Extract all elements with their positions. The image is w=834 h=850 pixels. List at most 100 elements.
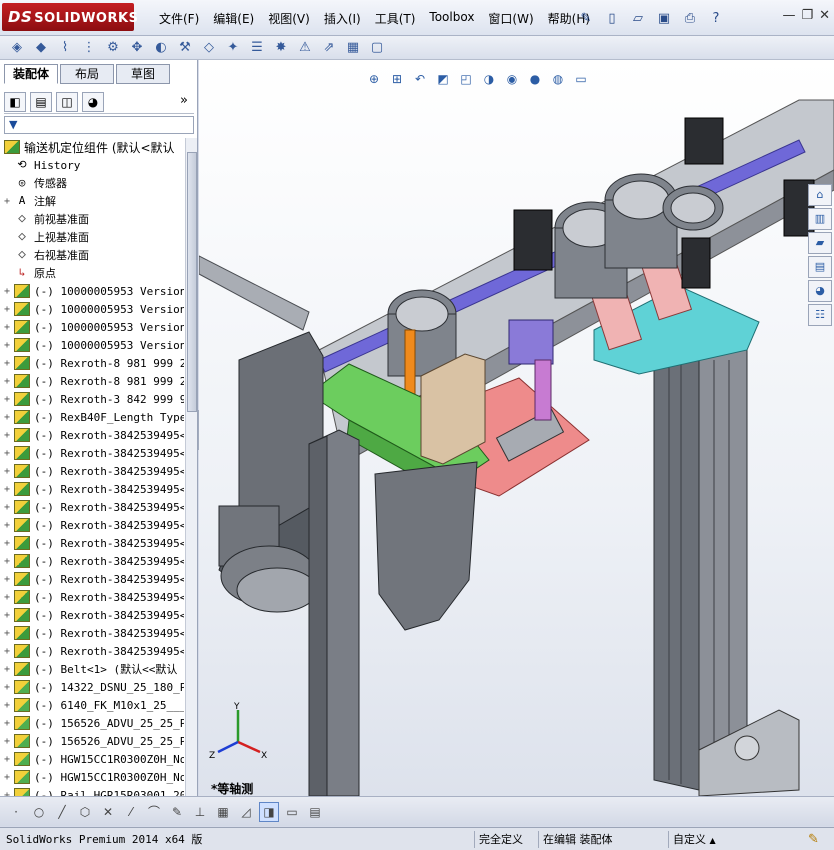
tree-item[interactable]: + (-) Rexroth-3842539495< bbox=[2, 624, 184, 642]
tree-item[interactable]: + (-) Rexroth-3842539495< bbox=[2, 462, 184, 480]
tree-item[interactable]: ◇ 上视基准面 bbox=[2, 228, 184, 246]
tree-item[interactable]: + (-) Rexroth-3842539495< bbox=[2, 426, 184, 444]
tree-root[interactable]: 输送机定位组件 (默认<默认 bbox=[2, 138, 184, 156]
tree-item[interactable]: + (-) 10000005953 Version bbox=[2, 282, 184, 300]
close-button[interactable]: ✕ bbox=[819, 8, 830, 23]
apply-scene-icon[interactable]: ◍ bbox=[549, 70, 567, 88]
tree-item[interactable]: + (-) Rexroth-3842539495< bbox=[2, 534, 184, 552]
more-tabs-icon[interactable]: » bbox=[180, 93, 188, 108]
tree-item[interactable]: + (-) 10000005953 Version bbox=[2, 318, 184, 336]
file-explorer-icon[interactable]: ▰ bbox=[808, 232, 832, 254]
zoom-to-area-icon[interactable]: ⊞ bbox=[388, 70, 406, 88]
reference-geometry-icon[interactable]: ◇ bbox=[198, 38, 220, 58]
home-icon[interactable]: ⌂ bbox=[808, 184, 832, 206]
tree-item[interactable]: + (-) Rail_HGR15R03001_20 bbox=[2, 786, 184, 796]
instant3d-icon[interactable]: ⇗ bbox=[318, 38, 340, 58]
quick-tips-icon[interactable]: ✎ bbox=[808, 831, 828, 848]
expand-toggle[interactable]: + bbox=[2, 772, 12, 783]
expand-toggle[interactable]: + bbox=[2, 286, 12, 297]
snapshot-icon[interactable]: ▢ bbox=[366, 38, 388, 58]
tree-item[interactable]: + (-) 156526_ADVU_25_25_P bbox=[2, 714, 184, 732]
zoom-to-fit-icon[interactable]: ⊕ bbox=[365, 70, 383, 88]
move-component-icon[interactable]: ✥ bbox=[126, 38, 148, 58]
tree-item[interactable]: + (-) Rexroth-3842539495< bbox=[2, 588, 184, 606]
linear-pattern-icon[interactable]: ⋮ bbox=[78, 38, 100, 58]
tree-item[interactable]: + (-) Rexroth-3842539495< bbox=[2, 516, 184, 534]
show-hidden-icon[interactable]: ◐ bbox=[150, 38, 172, 58]
menu-insert[interactable]: 插入(I) bbox=[317, 10, 368, 28]
expand-toggle[interactable]: + bbox=[2, 736, 12, 747]
tree-scrollbar[interactable] bbox=[185, 138, 197, 796]
insert-component-icon[interactable]: ◈ bbox=[6, 38, 28, 58]
edit-appearance-icon[interactable]: ● bbox=[526, 70, 544, 88]
exploded-view-icon[interactable]: ✸ bbox=[270, 38, 292, 58]
view-settings-icon[interactable]: ▭ bbox=[572, 70, 590, 88]
scroll-thumb[interactable] bbox=[187, 152, 197, 412]
hide-show-items-icon[interactable]: ◉ bbox=[503, 70, 521, 88]
fillet-icon[interactable]: ⌒ bbox=[144, 802, 164, 822]
tree-item[interactable]: + (-) Belt<1> (默认<<默认 bbox=[2, 660, 184, 678]
expand-toggle[interactable]: + bbox=[2, 358, 12, 369]
front-view-icon[interactable]: ▭ bbox=[282, 802, 302, 822]
menu-edit[interactable]: 编辑(E) bbox=[206, 10, 261, 28]
speedpak-icon[interactable]: ▦ bbox=[342, 38, 364, 58]
graphics-area[interactable]: ⊕ ⊞ ↶ ◩ ◰ ◑ ◉ ● ◍ ▭ ⌂ ▥ ▰ ▤ ◕ ☷ Y X Z *等… bbox=[199, 60, 834, 796]
display-manager-icon[interactable]: ◕ bbox=[82, 91, 104, 112]
expand-toggle[interactable]: + bbox=[2, 556, 12, 567]
expand-toggle[interactable]: + bbox=[2, 592, 12, 603]
interference-detection-icon[interactable]: ⚠ bbox=[294, 38, 316, 58]
tree-item[interactable]: + (-) RexB40F_Length Type bbox=[2, 408, 184, 426]
previous-view-icon[interactable]: ↶ bbox=[411, 70, 429, 88]
expand-toggle[interactable]: + bbox=[2, 538, 12, 549]
expand-toggle[interactable]: + bbox=[2, 718, 12, 729]
display-style-icon[interactable]: ◑ bbox=[480, 70, 498, 88]
tree-item[interactable]: + (-) 14322_DSNU_25_180_P bbox=[2, 678, 184, 696]
tree-item[interactable]: + (-) HGW15CC1R0300Z0H_No bbox=[2, 750, 184, 768]
expand-toggle[interactable]: + bbox=[2, 520, 12, 531]
tree-item[interactable]: + A 注解 bbox=[2, 192, 184, 210]
tree-filter[interactable]: ▼ bbox=[4, 116, 194, 134]
tree-item[interactable]: + (-) Rexroth-3842539495< bbox=[2, 498, 184, 516]
expand-toggle[interactable]: + bbox=[2, 574, 12, 585]
tab-layout[interactable]: 布局 bbox=[60, 64, 114, 84]
new-part-icon[interactable]: ◆ bbox=[30, 38, 52, 58]
tree-item[interactable]: + (-) Rexroth-3 842 999 9 bbox=[2, 390, 184, 408]
tree-item[interactable]: ◇ 前视基准面 bbox=[2, 210, 184, 228]
centerline-icon[interactable]: ⁄ bbox=[121, 802, 141, 822]
expand-toggle[interactable]: + bbox=[2, 754, 12, 765]
tree-item[interactable]: ⟲ History bbox=[2, 156, 184, 174]
tree-item[interactable]: + (-) 10000005953 Version bbox=[2, 300, 184, 318]
minimize-button[interactable]: — bbox=[782, 8, 795, 23]
expand-toggle[interactable]: + bbox=[2, 484, 12, 495]
tree-item[interactable]: ◎ 传感器 bbox=[2, 174, 184, 192]
sketch-icon[interactable]: ✎ bbox=[167, 802, 187, 822]
expand-toggle[interactable]: + bbox=[2, 394, 12, 405]
tree-item[interactable]: + (-) Rexroth-3842539495< bbox=[2, 480, 184, 498]
view-palette-icon[interactable]: ▤ bbox=[808, 256, 832, 278]
line-icon[interactable]: ╱ bbox=[52, 802, 72, 822]
tree-item[interactable]: + (-) Rexroth-8 981 999 2 bbox=[2, 354, 184, 372]
expand-toggle[interactable]: + bbox=[2, 412, 12, 423]
relation-icon[interactable]: ⊥ bbox=[190, 802, 210, 822]
tree-item[interactable]: + (-) Rexroth-3842539495< bbox=[2, 642, 184, 660]
tab-sketch[interactable]: 草图 bbox=[116, 64, 170, 84]
tree-item[interactable]: + (-) Rexroth-8 981 999 2 bbox=[2, 372, 184, 390]
tree-item[interactable]: + (-) Rexroth-3842539495< bbox=[2, 552, 184, 570]
mate-icon[interactable]: ⌇ bbox=[54, 38, 76, 58]
polygon-icon[interactable]: ⬡ bbox=[75, 802, 95, 822]
tree-item[interactable]: + (-) 156526_ADVU_25_25_P bbox=[2, 732, 184, 750]
circle-icon[interactable]: ○ bbox=[29, 802, 49, 822]
appearances-icon[interactable]: ◕ bbox=[808, 280, 832, 302]
expand-toggle[interactable]: + bbox=[2, 340, 12, 351]
menu-file[interactable]: 文件(F) bbox=[152, 10, 206, 28]
property-manager-icon[interactable]: ▤ bbox=[30, 91, 52, 112]
tree-item[interactable]: + (-) Rexroth-3842539495< bbox=[2, 606, 184, 624]
point-icon[interactable]: · bbox=[6, 802, 26, 822]
tree-item[interactable]: + (-) 10000005953 Version bbox=[2, 336, 184, 354]
expand-toggle[interactable]: + bbox=[2, 610, 12, 621]
expand-toggle[interactable]: + bbox=[2, 502, 12, 513]
trim-icon[interactable]: ✕ bbox=[98, 802, 118, 822]
units-selector[interactable]: 自定义 ▲ bbox=[668, 831, 738, 848]
menu-window[interactable]: 窗口(W) bbox=[481, 10, 540, 28]
expand-toggle[interactable]: + bbox=[2, 646, 12, 657]
